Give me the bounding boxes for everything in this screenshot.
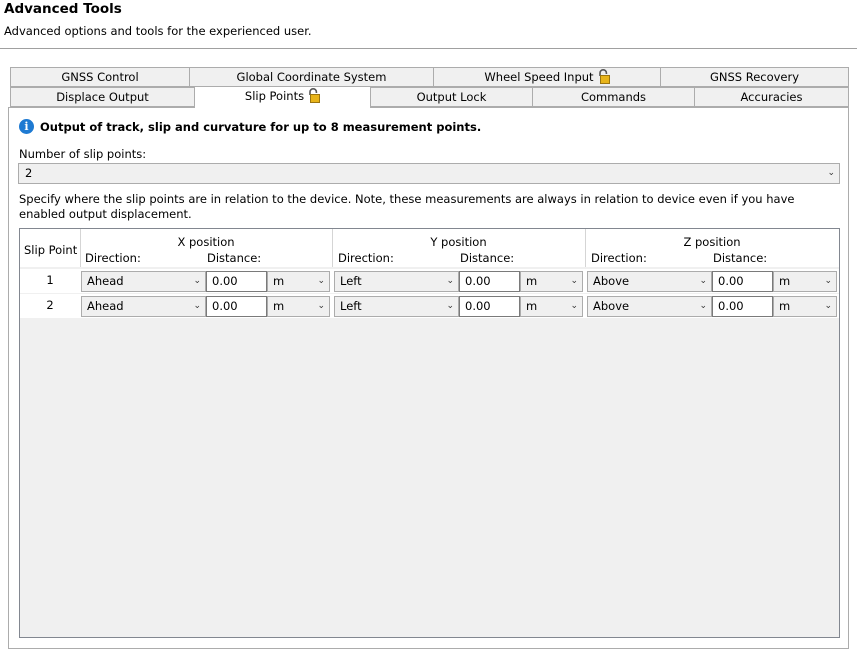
num-slip-points-select[interactable]: 2 ⌄ — [18, 163, 840, 184]
chevron-down-icon: ⌄ — [570, 276, 578, 286]
tab-label: GNSS Recovery — [709, 70, 800, 84]
chevron-down-icon: ⌄ — [193, 276, 201, 286]
tab-output-lock[interactable]: Output Lock — [370, 87, 533, 107]
slip-point-number: 1 — [46, 273, 54, 287]
z-direction-label: Direction: — [591, 251, 647, 265]
info-text: Output of track, slip and curvature for … — [40, 119, 482, 134]
z-distance-input[interactable]: 0.00 — [712, 296, 773, 317]
description-text: Specify where the slip points are in rel… — [19, 192, 795, 221]
y-direction-value: Left — [340, 274, 362, 288]
y-unit-value: m — [526, 299, 538, 313]
z-distance-input[interactable]: 0.00 — [712, 271, 773, 292]
x-direction-select[interactable]: Ahead ⌄ — [81, 271, 206, 292]
padlock-icon — [597, 69, 610, 89]
z-unit-value: m — [779, 299, 791, 313]
slip-point-column-header: Slip Point — [24, 243, 78, 257]
header-divider — [0, 48, 857, 49]
y-position-header: Y position — [430, 235, 487, 249]
tab-label: Output Lock — [416, 90, 487, 104]
chevron-down-icon: ⌄ — [446, 301, 454, 311]
z-unit-value: m — [779, 274, 791, 288]
y-direction-select[interactable]: Left ⌄ — [334, 296, 459, 317]
tab-gnss-control[interactable]: GNSS Control — [10, 67, 190, 87]
x-unit-value: m — [273, 274, 285, 288]
z-unit-select[interactable]: m ⌄ — [773, 296, 837, 317]
tab-global-coordinate-system[interactable]: Global Coordinate System — [189, 67, 434, 87]
x-distance-input[interactable]: 0.00 — [206, 271, 267, 292]
chevron-down-icon: ⌄ — [570, 301, 578, 311]
z-direction-value: Above — [593, 274, 630, 288]
x-direction-label: Direction: — [85, 251, 141, 265]
x-direction-value: Ahead — [87, 274, 124, 288]
chevron-down-icon: ⌄ — [699, 301, 707, 311]
chevron-down-icon: ⌄ — [446, 276, 454, 286]
chevron-down-icon: ⌄ — [317, 276, 325, 286]
page-title: Advanced Tools — [4, 1, 122, 17]
tab-slip-points[interactable]: Slip Points — [194, 86, 371, 108]
num-slip-points-value: 2 — [25, 166, 33, 180]
slip-point-number: 2 — [46, 298, 54, 312]
tab-gnss-recovery[interactable]: GNSS Recovery — [660, 67, 849, 87]
tab-label: Accuracies — [740, 90, 803, 104]
y-distance-input[interactable]: 0.00 — [459, 271, 520, 292]
table-row: 1 Ahead ⌄ 0.00 m ⌄ Left ⌄ 0.00 m ⌄ Above ⌄ 0.… — [20, 269, 839, 293]
chevron-down-icon: ⌄ — [317, 301, 325, 311]
padlock-icon — [307, 88, 321, 108]
page-subtitle: Advanced options and tools for the exper… — [4, 24, 312, 38]
x-direction-select[interactable]: Ahead ⌄ — [81, 296, 206, 317]
tab-wheel-speed-input[interactable]: Wheel Speed Input — [433, 67, 661, 87]
y-unit-value: m — [526, 274, 538, 288]
y-unit-select[interactable]: m ⌄ — [520, 271, 583, 292]
y-direction-value: Left — [340, 299, 362, 313]
y-distance-input[interactable]: 0.00 — [459, 296, 520, 317]
tab-label: Global Coordinate System — [236, 70, 387, 84]
chevron-down-icon: ⌄ — [824, 301, 832, 311]
tab-displace-output[interactable]: Displace Output — [10, 87, 195, 107]
x-unit-select[interactable]: m ⌄ — [267, 296, 330, 317]
z-direction-select[interactable]: Above ⌄ — [587, 271, 712, 292]
info-row: i Output of track, slip and curvature fo… — [19, 119, 481, 134]
tab-label: GNSS Control — [61, 70, 139, 84]
z-distance-label: Distance: — [713, 251, 768, 265]
y-unit-select[interactable]: m ⌄ — [520, 296, 583, 317]
x-distance-input[interactable]: 0.00 — [206, 296, 267, 317]
chevron-down-icon: ⌄ — [193, 301, 201, 311]
tab-commands[interactable]: Commands — [532, 87, 695, 107]
tab-accuracies[interactable]: Accuracies — [694, 87, 849, 107]
z-unit-select[interactable]: m ⌄ — [773, 271, 837, 292]
tab-label: Displace Output — [56, 90, 149, 104]
y-direction-label: Direction: — [338, 251, 394, 265]
chevron-down-icon: ⌄ — [699, 276, 707, 286]
tab-label: Commands — [580, 90, 647, 104]
x-unit-select[interactable]: m ⌄ — [267, 271, 330, 292]
x-direction-value: Ahead — [87, 299, 124, 313]
x-distance-label: Distance: — [207, 251, 262, 265]
chevron-down-icon: ⌄ — [827, 168, 835, 178]
y-distance-label: Distance: — [460, 251, 515, 265]
y-direction-select[interactable]: Left ⌄ — [334, 271, 459, 292]
tab-label: Slip Points — [244, 89, 305, 103]
tab-label: Wheel Speed Input — [484, 70, 594, 84]
table-row: 2 Ahead ⌄ 0.00 m ⌄ Left ⌄ 0.00 m ⌄ Above ⌄ 0.… — [20, 294, 839, 318]
z-direction-select[interactable]: Above ⌄ — [587, 296, 712, 317]
chevron-down-icon: ⌄ — [824, 276, 832, 286]
num-slip-points-label: Number of slip points: — [19, 147, 147, 161]
x-unit-value: m — [273, 299, 285, 313]
z-position-header: Z position — [683, 235, 741, 249]
info-icon: i — [19, 119, 34, 134]
x-position-header: X position — [177, 235, 235, 249]
z-direction-value: Above — [593, 299, 630, 313]
slip-points-grid: Slip Point X position Y position Z posit… — [19, 228, 840, 638]
grid-header: Slip Point X position Y position Z posit… — [20, 229, 839, 267]
